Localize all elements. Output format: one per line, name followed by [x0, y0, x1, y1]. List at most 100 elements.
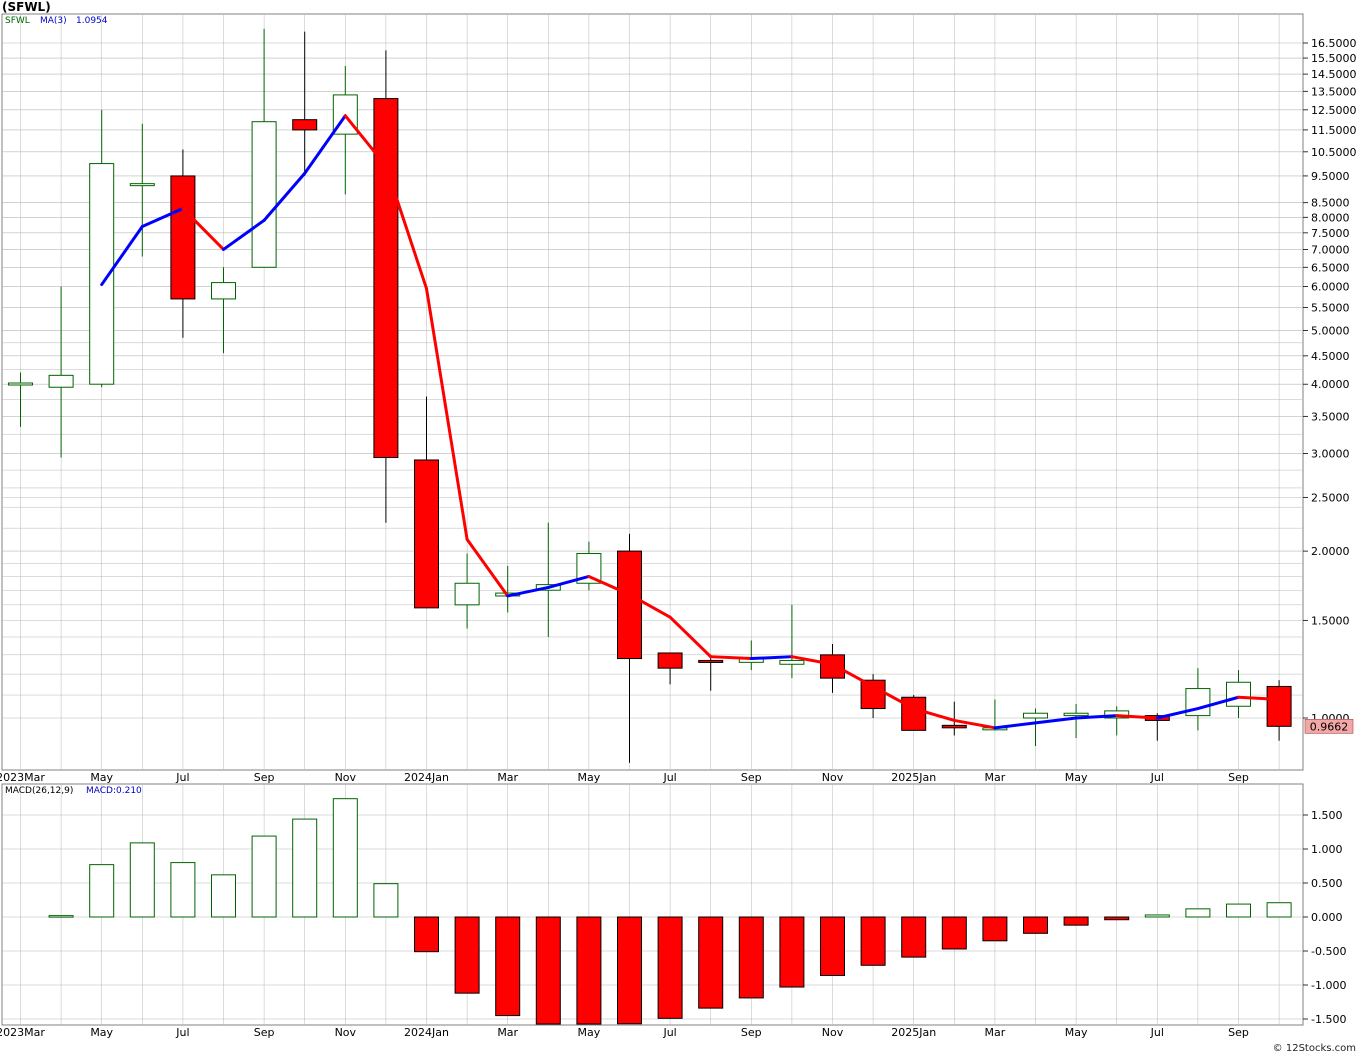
macd-bar: [1023, 916, 1048, 934]
candle-body: [129, 183, 155, 187]
candle-body: [211, 282, 236, 300]
price-x-tick-label: 2025Jan: [891, 771, 936, 784]
macd-x-axis: 2023Mar May Jul Sep Nov 2024Jan Mar May Jul Sep No…: [0, 1026, 1249, 1039]
legend-macd-label: MACD(26,12,9): [5, 786, 74, 796]
candle-body: [373, 98, 399, 459]
macd-bar: [1185, 908, 1211, 918]
macd-x-tick-label: Nov: [335, 1026, 357, 1039]
legend-macd-value: MACD:0.210: [86, 786, 142, 796]
macd-bar: [617, 916, 642, 1025]
price-x-tick-label: Jul: [662, 771, 676, 784]
macd-bar: [657, 916, 683, 1019]
macd-x-tick-label: Jul: [662, 1026, 676, 1039]
price-y-tick-label: 12.5000: [1311, 104, 1357, 117]
price-y-tick-label: 6.5000: [1311, 261, 1350, 274]
price-y-tick-label: 5.0000: [1311, 324, 1350, 337]
last-price-text: 0.9662: [1310, 720, 1349, 733]
ma-segment: [709, 655, 753, 661]
candle-body: [617, 550, 642, 660]
macd-x-tick-label: Jul: [175, 1026, 189, 1039]
candle-body: [820, 654, 845, 679]
candle-body: [941, 724, 967, 729]
price-x-tick-label: Nov: [335, 771, 357, 784]
macd-bar: [820, 916, 845, 976]
macd-bar: [738, 916, 764, 999]
legend-ma-label: MA(3): [40, 16, 67, 26]
price-y-tick-label: 5.5000: [1311, 302, 1350, 315]
candle-body: [1226, 681, 1251, 707]
macd-x-tick-label: 2023Mar: [0, 1026, 45, 1039]
price-x-tick-label: Nov: [822, 771, 844, 784]
macd-bar: [292, 818, 318, 918]
macd-bar: [414, 916, 439, 953]
macd-bar: [941, 916, 967, 950]
macd-x-tick-label: Nov: [822, 1026, 844, 1039]
legend-ma-value: 1.0954: [76, 16, 108, 26]
candle-body: [170, 175, 196, 300]
price-y-tick-label: 2.5000: [1311, 491, 1350, 504]
price-y-tick-label: 4.5000: [1311, 350, 1350, 363]
candle-body: [454, 582, 480, 606]
price-y-tick-label: 8.0000: [1311, 211, 1350, 224]
price-panel: [1, 13, 1304, 771]
candle-body: [657, 652, 683, 669]
macd-y-tick-label: -1.500: [1311, 1013, 1346, 1026]
candle-body: [8, 382, 33, 386]
macd-bar: [332, 798, 358, 918]
price-y-tick-label: 1.5000: [1311, 614, 1350, 627]
price-x-tick-label: 2023Mar: [0, 771, 45, 784]
macd-bar: [901, 916, 927, 958]
macd-bar: [170, 862, 196, 918]
macd-x-tick-label: Sep: [1228, 1026, 1249, 1039]
price-y-tick-label: 7.0000: [1311, 243, 1350, 256]
stock-chart: 16.5000 15.5000 14.5000 13.5000 12.5000 11.50…: [0, 13, 1357, 1039]
candle-body: [251, 121, 277, 268]
price-y-tick-label: 3.0000: [1311, 447, 1350, 460]
price-y-tick-label: 15.5000: [1311, 52, 1357, 65]
price-y-tick-label: 8.5000: [1311, 197, 1350, 210]
macd-y-tick-label: 0.000: [1311, 911, 1343, 924]
macd-bar: [1226, 903, 1251, 918]
price-x-tick-label: Mar: [985, 771, 1006, 784]
macd-bar: [1266, 902, 1292, 918]
macd-y-tick-label: 1.000: [1311, 843, 1343, 856]
macd-bar: [982, 916, 1008, 942]
price-y-tick-label: 14.5000: [1311, 68, 1357, 81]
price-x-tick-label: Sep: [254, 771, 275, 784]
candle-body: [1266, 685, 1292, 727]
macd-bar: [860, 916, 886, 966]
credit-text: © 12Stocks.com: [1272, 1043, 1356, 1054]
macd-x-tick-label: Mar: [497, 1026, 518, 1039]
ma-segment: [749, 655, 794, 661]
macd-bar: [211, 874, 236, 918]
macd-x-tick-label: May: [578, 1026, 601, 1039]
last-price-label: 0.9662: [1304, 719, 1354, 734]
macd-x-tick-label: Jul: [1150, 1026, 1164, 1039]
macd-x-tick-label: Mar: [985, 1026, 1006, 1039]
price-x-tick-label: May: [578, 771, 601, 784]
price-y-tick-label: 2.0000: [1311, 545, 1350, 558]
macd-bar: [698, 916, 724, 1009]
macd-x-tick-label: May: [90, 1026, 113, 1039]
macd-bar: [1104, 916, 1130, 921]
price-x-tick-label: Jul: [175, 771, 189, 784]
price-y-tick-label: 16.5000: [1311, 37, 1357, 50]
price-x-tick-label: Jul: [1150, 771, 1164, 784]
macd-y-tick-label: -0.500: [1311, 945, 1346, 958]
candle-body: [901, 696, 927, 731]
macd-bar: [373, 883, 399, 918]
price-y-tick-label: 4.0000: [1311, 378, 1350, 391]
price-y-tick-label: 13.5000: [1311, 85, 1357, 98]
legend-symbol: SFWL: [5, 16, 30, 26]
macd-bar: [1144, 914, 1170, 918]
macd-y-tick-label: -1.000: [1311, 979, 1346, 992]
chart-title: (SFWL): [2, 0, 51, 14]
candle-body: [1063, 712, 1089, 717]
macd-x-tick-label: 2025Jan: [891, 1026, 936, 1039]
macd-bar: [129, 842, 155, 918]
macd-y-tick-label: 1.500: [1311, 809, 1343, 822]
macd-x-tick-label: May: [1065, 1026, 1088, 1039]
price-x-tick-label: 2024Jan: [404, 771, 449, 784]
macd-bar: [1063, 916, 1089, 926]
candle-body: [779, 659, 805, 665]
